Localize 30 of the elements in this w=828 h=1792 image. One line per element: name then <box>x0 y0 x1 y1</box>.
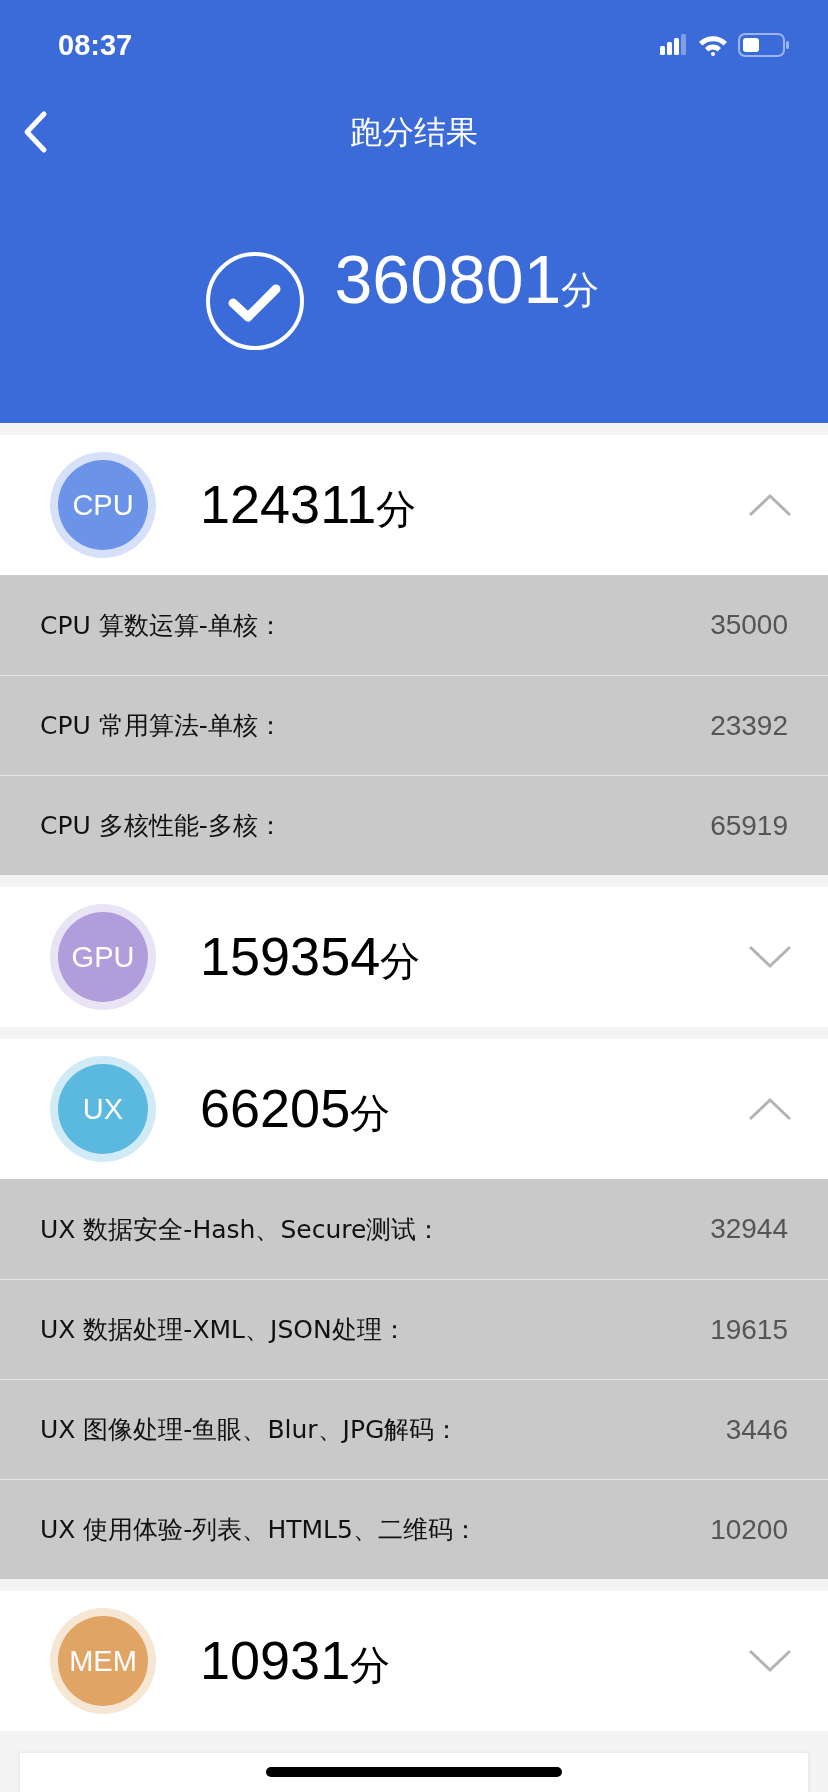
test-score: 10200 <box>710 1513 788 1546</box>
test-label: UX 数据安全-Hash、Secure测试： <box>40 1213 442 1246</box>
test-label: CPU 多核性能-多核： <box>40 810 283 842</box>
test-score: 3446 <box>725 1413 788 1446</box>
test-label: CPU 常用算法-单核： <box>40 710 283 742</box>
category-header[interactable]: UX 66205分 <box>0 1039 828 1179</box>
category-score: 10931分 <box>200 1629 392 1692</box>
category-score: 66205分 <box>200 1077 392 1140</box>
category-score: 124311分 <box>200 473 418 536</box>
test-label: UX 数据处理-XML、JSON处理： <box>40 1314 407 1346</box>
test-score: 65919 <box>710 809 788 842</box>
back-button[interactable] <box>22 110 48 154</box>
check-circle-icon <box>204 251 305 351</box>
category-header[interactable]: GPU 159354分 <box>0 887 828 1027</box>
test-label: UX 图像处理-鱼眼、Blur、JPG解码： <box>40 1414 460 1446</box>
test-score: 23392 <box>710 709 788 742</box>
test-score: 35000 <box>710 609 788 641</box>
test-label: UX 使用体验-列表、HTML5、二维码： <box>40 1514 478 1546</box>
category-score: 159354分 <box>200 925 422 988</box>
battery-icon <box>738 33 790 57</box>
status-time: 08:37 <box>58 28 133 62</box>
total-score: 360801分 <box>334 245 600 313</box>
category-header[interactable]: MEM 10931分 <box>0 1591 828 1731</box>
page-title: 跑分结果 <box>350 111 478 153</box>
test-label: CPU 算数运算-单核： <box>40 609 283 642</box>
signal-icon <box>660 34 688 56</box>
test-score: 19615 <box>710 1313 788 1346</box>
wifi-icon <box>698 34 728 56</box>
test-score: 32944 <box>710 1213 788 1245</box>
category-header[interactable]: CPU 124311分 <box>0 435 828 575</box>
